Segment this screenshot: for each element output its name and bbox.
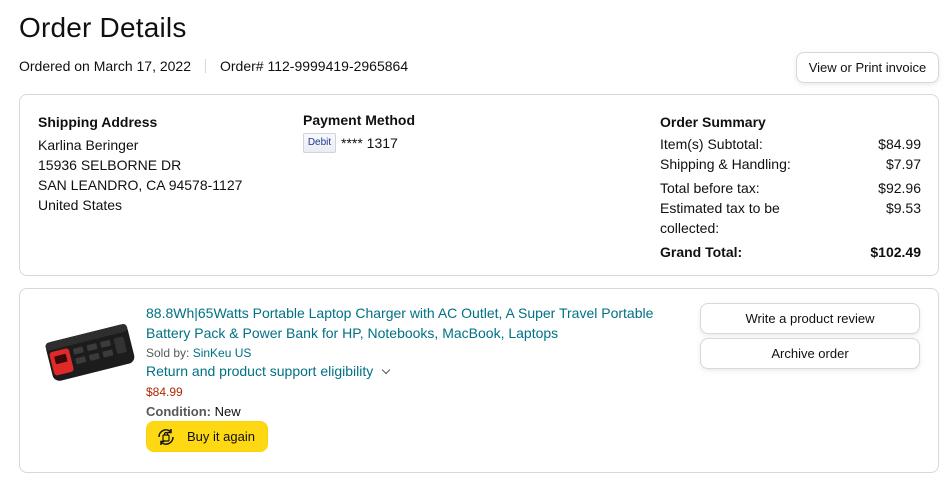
summary-row: Total before tax: $92.96 — [660, 180, 921, 196]
grand-total-row: Grand Total: $102.49 — [660, 242, 921, 262]
address-country: United States — [38, 197, 123, 213]
shipping-address-title: Shipping Address — [38, 114, 158, 130]
archive-order-button[interactable]: Archive order — [700, 338, 920, 369]
order-meta: Ordered on March 17, 2022 Order# 112-999… — [19, 58, 408, 74]
summary-row: Estimated tax to be collected: $9.53 — [660, 200, 921, 236]
item-price: $84.99 — [146, 385, 183, 399]
address-city: SAN LEANDRO, CA 94578-1127 — [38, 177, 243, 193]
order-date: Ordered on March 17, 2022 — [19, 58, 191, 74]
card-number: **** 1317 — [341, 135, 398, 151]
page-title: Order Details — [19, 12, 187, 43]
buy-it-again-label: Buy it again — [187, 429, 255, 444]
order-info-card: Shipping Address Karlina Beringer 15936 … — [19, 94, 939, 276]
shipping-address: Shipping Address Karlina Beringer 15936 … — [38, 112, 242, 215]
payment-method: Payment Method Debit **** 1317 — [303, 112, 415, 153]
return-support-label: Return and product support eligibility — [146, 363, 374, 379]
summary-row: Shipping & Handling: $7.97 — [660, 156, 921, 172]
order-item-card: 88.8Wh|65Watts Portable Laptop Charger w… — [19, 288, 939, 473]
product-info: 88.8Wh|65Watts Portable Laptop Charger w… — [146, 303, 686, 452]
chevron-down-icon — [382, 365, 391, 374]
summary-row: Item(s) Subtotal: $84.99 — [660, 136, 921, 152]
sold-by: Sold by: SinKeu US — [146, 346, 686, 360]
write-review-button[interactable]: Write a product review — [700, 303, 920, 334]
condition-label: Condition: — [146, 404, 211, 419]
product-title-link[interactable]: 88.8Wh|65Watts Portable Laptop Charger w… — [146, 303, 686, 343]
order-number: Order# 112-9999419-2965864 — [220, 58, 409, 74]
order-summary: Order Summary Item(s) Subtotal: $84.99 S… — [660, 112, 921, 262]
grand-total-value: $102.49 — [870, 244, 921, 260]
seller-link[interactable]: SinKeu US — [193, 346, 252, 360]
grand-total-label: Grand Total: — [660, 244, 743, 260]
item-condition: Condition: New — [146, 404, 686, 419]
buy-it-again-button[interactable]: Buy it again — [146, 421, 268, 452]
payment-method-title: Payment Method — [303, 112, 416, 128]
view-print-invoice-button[interactable]: View or Print invoice — [796, 52, 939, 83]
meta-divider — [205, 59, 206, 73]
recipient-name: Karlina Beringer — [38, 137, 139, 153]
power-bank-image[interactable] — [42, 319, 136, 385]
address-street: 15936 SELBORNE DR — [38, 157, 182, 173]
buy-again-icon — [158, 428, 174, 445]
condition-value: New — [214, 404, 241, 419]
debit-card-icon: Debit — [303, 133, 336, 153]
order-summary-title: Order Summary — [660, 114, 766, 130]
return-support-link[interactable]: Return and product support eligibility — [146, 363, 686, 379]
sold-by-label: Sold by: — [146, 346, 190, 360]
